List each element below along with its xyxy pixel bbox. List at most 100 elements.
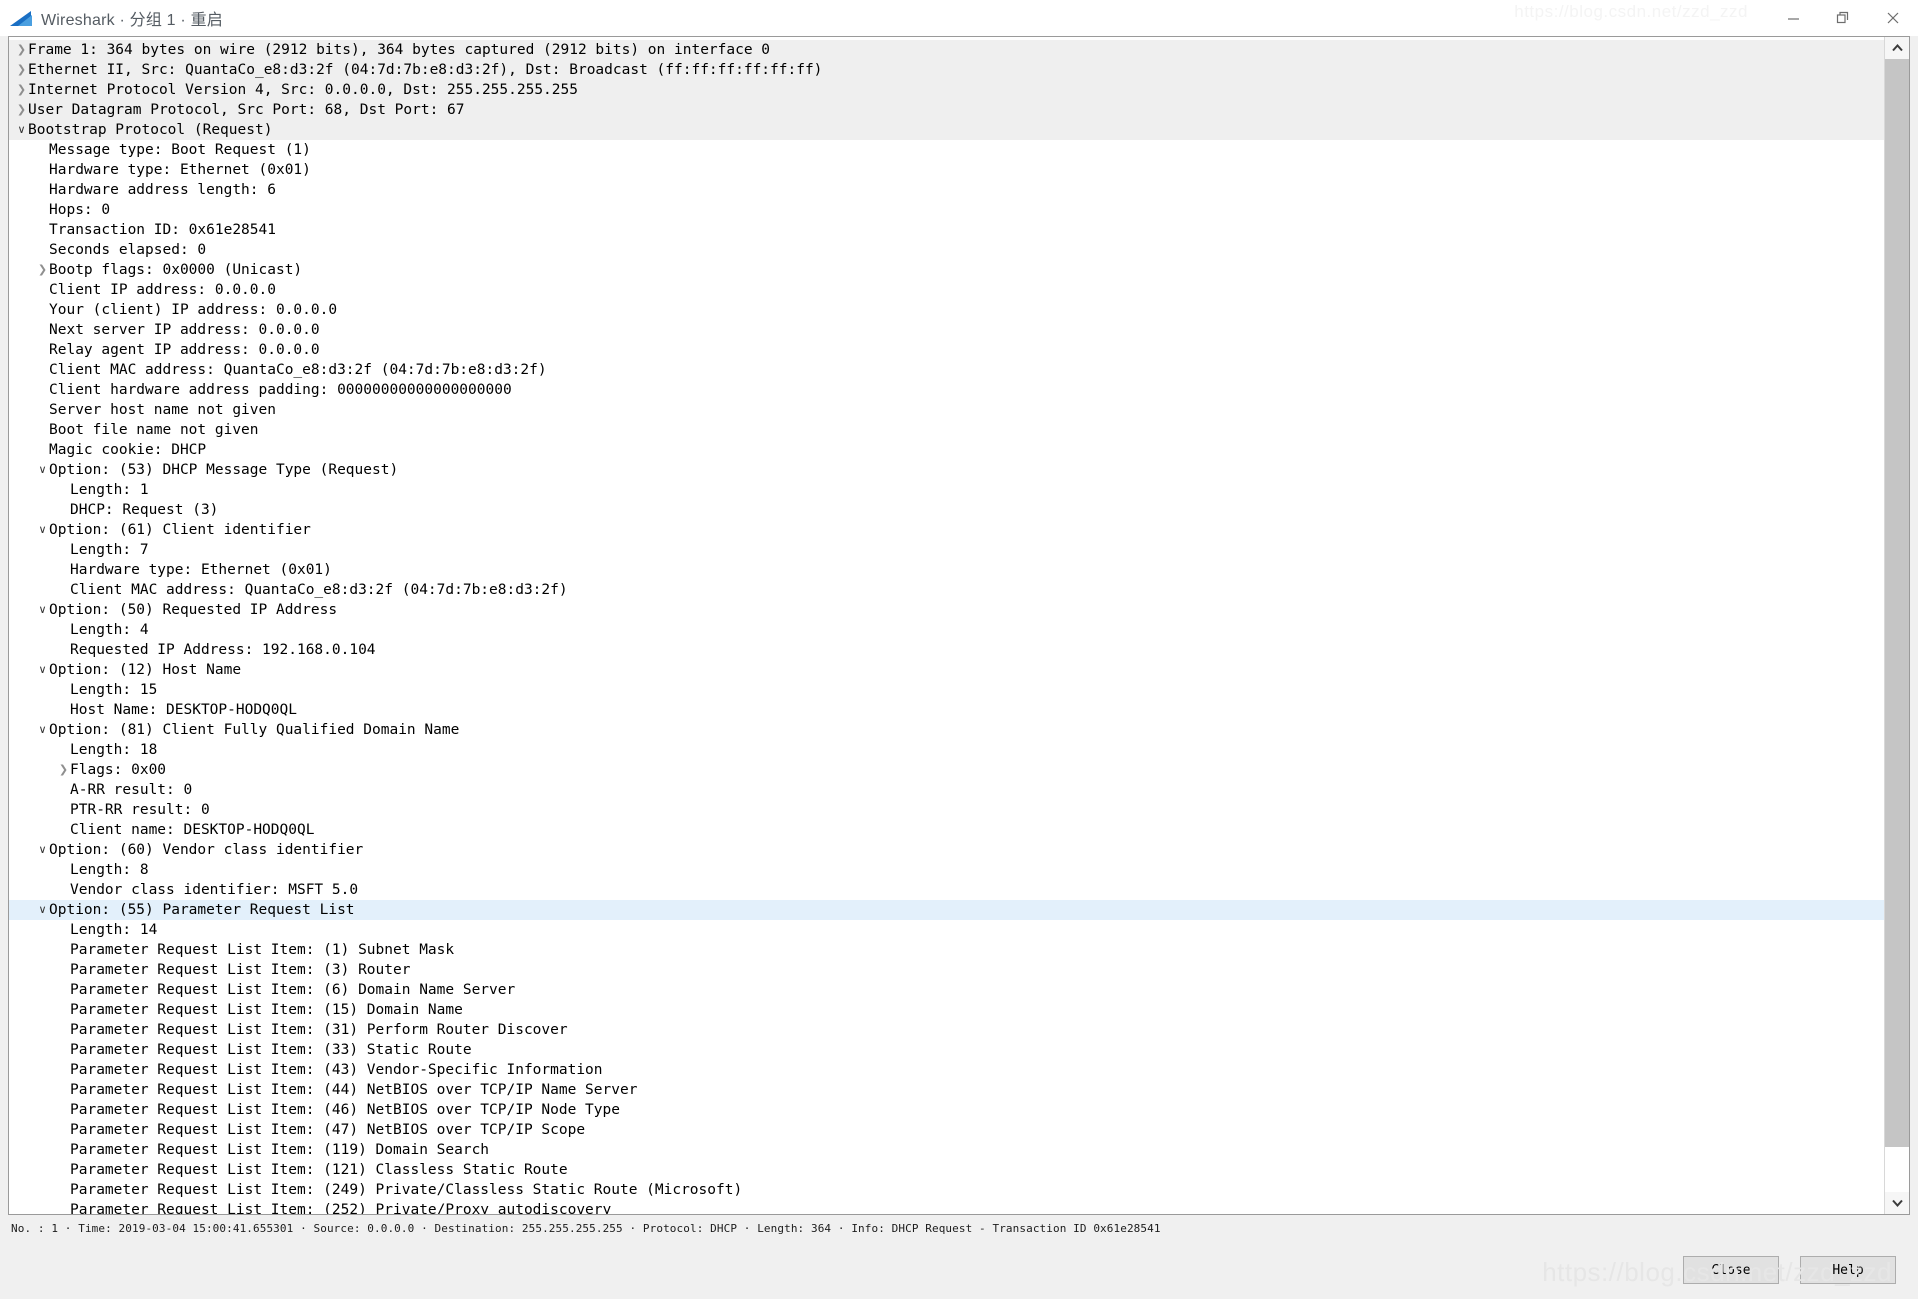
tree-row[interactable]: ❯ User Datagram Protocol, Src Port: 68, D… [9,100,1884,120]
tree-row[interactable]: ❯ Flags: 0x00 [9,760,1884,780]
tree-row-label: Parameter Request List Item: (31) Perfor… [70,1022,568,1038]
tree-row[interactable]: ∨ Option: (81) Client Fully Qualified Dom… [9,720,1884,740]
tree-row-label: Requested IP Address: 192.168.0.104 [70,642,376,658]
chevron-right-icon[interactable]: ❯ [15,40,28,60]
tree-row[interactable]: Length: 8 [9,860,1884,880]
tree-row[interactable]: Server host name not given [9,400,1884,420]
tree-row[interactable]: Parameter Request List Item: (3) Router [9,960,1884,980]
tree-row[interactable]: Hardware type: Ethernet (0x01) [9,160,1884,180]
tree-row[interactable]: Length: 7 [9,540,1884,560]
tree-row-label: Client hardware address padding: 0000000… [49,382,512,398]
tree-row[interactable]: Parameter Request List Item: (15) Domain… [9,1000,1884,1020]
chevron-right-icon[interactable]: ❯ [15,80,28,100]
tree-row[interactable]: Boot file name not given [9,420,1884,440]
chevron-right-icon[interactable]: ❯ [15,60,28,80]
tree-row[interactable]: Length: 1 [9,480,1884,500]
tree-row[interactable]: Client MAC address: QuantaCo_e8:d3:2f (0… [9,580,1884,600]
chevron-down-icon[interactable]: ∨ [36,660,49,680]
tree-row[interactable]: A-RR result: 0 [9,780,1884,800]
tree-row[interactable]: Vendor class identifier: MSFT 5.0 [9,880,1884,900]
tree-row[interactable]: Parameter Request List Item: (119) Domai… [9,1140,1884,1160]
dialog-footer: https://blog.csdn.net/zzd_zzd Close Help [0,1241,1918,1299]
tree-row[interactable]: ❯ Frame 1: 364 bytes on wire (2912 bits),… [9,40,1884,60]
tree-row[interactable]: ❯ Internet Protocol Version 4, Src: 0.0.0… [9,80,1884,100]
tree-row[interactable]: Magic cookie: DHCP [9,440,1884,460]
chevron-down-icon[interactable]: ∨ [36,840,49,860]
minimize-icon[interactable] [1768,0,1818,36]
chevron-right-icon[interactable]: ❯ [15,100,28,120]
tree-row-label: Seconds elapsed: 0 [49,242,207,258]
tree-row[interactable]: Length: 4 [9,620,1884,640]
tree-row[interactable]: ∨ Option: (61) Client identifier [9,520,1884,540]
tree-row[interactable]: Transaction ID: 0x61e28541 [9,220,1884,240]
tree-row[interactable]: PTR-RR result: 0 [9,800,1884,820]
tree-row[interactable]: Length: 15 [9,680,1884,700]
tree-row[interactable]: Length: 14 [9,920,1884,940]
tree-row[interactable]: Host Name: DESKTOP-HODQ0QL [9,700,1884,720]
tree-row[interactable]: ❯ Ethernet II, Src: QuantaCo_e8:d3:2f (04… [9,60,1884,80]
tree-row[interactable]: Client name: DESKTOP-HODQ0QL [9,820,1884,840]
tree-row-label: Parameter Request List Item: (121) Class… [70,1162,568,1178]
tree-row[interactable]: ∨ Option: (60) Vendor class identifier [9,840,1884,860]
tree-row[interactable]: Requested IP Address: 192.168.0.104 [9,640,1884,660]
tree-row-label: Server host name not given [49,402,276,418]
chevron-down-icon[interactable]: ∨ [36,600,49,620]
tree-row[interactable]: Parameter Request List Item: (33) Static… [9,1040,1884,1060]
tree-row[interactable]: Parameter Request List Item: (6) Domain … [9,980,1884,1000]
scroll-up-arrow-icon[interactable] [1885,37,1909,59]
tree-row[interactable]: Parameter Request List Item: (252) Priva… [9,1200,1884,1214]
tree-row[interactable]: Parameter Request List Item: (46) NetBIO… [9,1100,1884,1120]
tree-row[interactable]: DHCP: Request (3) [9,500,1884,520]
chevron-down-icon[interactable]: ∨ [36,720,49,740]
close-icon[interactable] [1868,0,1918,36]
tree-row[interactable]: Hardware address length: 6 [9,180,1884,200]
chevron-right-icon[interactable]: ❯ [36,260,49,280]
packet-detail-tree[interactable]: ❯ Frame 1: 364 bytes on wire (2912 bits),… [9,37,1884,1214]
chevron-down-icon[interactable]: ∨ [36,900,49,920]
tree-row-label: Host Name: DESKTOP-HODQ0QL [70,702,297,718]
tree-row[interactable]: ∨ Option: (53) DHCP Message Type (Request… [9,460,1884,480]
tree-row[interactable]: Parameter Request List Item: (249) Priva… [9,1180,1884,1200]
scrollbar-track[interactable] [1885,59,1909,1192]
tree-row[interactable]: ∨ Bootstrap Protocol (Request) [9,120,1884,140]
tree-row[interactable]: Relay agent IP address: 0.0.0.0 [9,340,1884,360]
tree-row[interactable]: Seconds elapsed: 0 [9,240,1884,260]
tree-row[interactable]: ❯ Bootp flags: 0x0000 (Unicast) [9,260,1884,280]
tree-row[interactable]: Parameter Request List Item: (121) Class… [9,1160,1884,1180]
tree-row[interactable]: Client MAC address: QuantaCo_e8:d3:2f (0… [9,360,1884,380]
tree-row[interactable]: Parameter Request List Item: (47) NetBIO… [9,1120,1884,1140]
window-controls [1768,0,1918,36]
tree-row[interactable]: Parameter Request List Item: (43) Vendor… [9,1060,1884,1080]
scroll-down-arrow-icon[interactable] [1885,1192,1909,1214]
maximize-restore-icon[interactable] [1818,0,1868,36]
tree-row[interactable]: Hardware type: Ethernet (0x01) [9,560,1884,580]
chevron-down-icon[interactable]: ∨ [15,120,28,140]
tree-row-label: Parameter Request List Item: (119) Domai… [70,1142,490,1158]
tree-row-label: Bootstrap Protocol (Request) [28,122,273,138]
tree-row-label: Option: (55) Parameter Request List [49,902,355,918]
tree-row-label: Length: 8 [70,862,149,878]
titlebar-watermark: https://blog.csdn.net/zzd_zzd [1514,2,1748,21]
scrollbar-thumb[interactable] [1885,59,1909,1147]
tree-row[interactable]: Parameter Request List Item: (1) Subnet … [9,940,1884,960]
tree-row[interactable]: Your (client) IP address: 0.0.0.0 [9,300,1884,320]
tree-row[interactable]: ∨ Option: (55) Parameter Request List [9,900,1884,920]
chevron-right-icon[interactable]: ❯ [57,760,70,780]
tree-row[interactable]: Parameter Request List Item: (31) Perfor… [9,1020,1884,1040]
close-button[interactable]: Close [1683,1256,1779,1284]
chevron-down-icon[interactable]: ∨ [36,460,49,480]
tree-row[interactable]: ∨ Option: (50) Requested IP Address [9,600,1884,620]
tree-row[interactable]: Client hardware address padding: 0000000… [9,380,1884,400]
packet-details-pane: ❯ Frame 1: 364 bytes on wire (2912 bits),… [8,36,1910,1215]
tree-row[interactable]: Message type: Boot Request (1) [9,140,1884,160]
tree-row[interactable]: Hops: 0 [9,200,1884,220]
tree-row-label: Transaction ID: 0x61e28541 [49,222,276,238]
chevron-down-icon[interactable]: ∨ [36,520,49,540]
tree-row[interactable]: Client IP address: 0.0.0.0 [9,280,1884,300]
tree-row[interactable]: Next server IP address: 0.0.0.0 [9,320,1884,340]
vertical-scrollbar[interactable] [1884,37,1909,1214]
tree-row[interactable]: Length: 18 [9,740,1884,760]
tree-row[interactable]: ∨ Option: (12) Host Name [9,660,1884,680]
tree-row[interactable]: Parameter Request List Item: (44) NetBIO… [9,1080,1884,1100]
help-button[interactable]: Help [1800,1256,1896,1284]
